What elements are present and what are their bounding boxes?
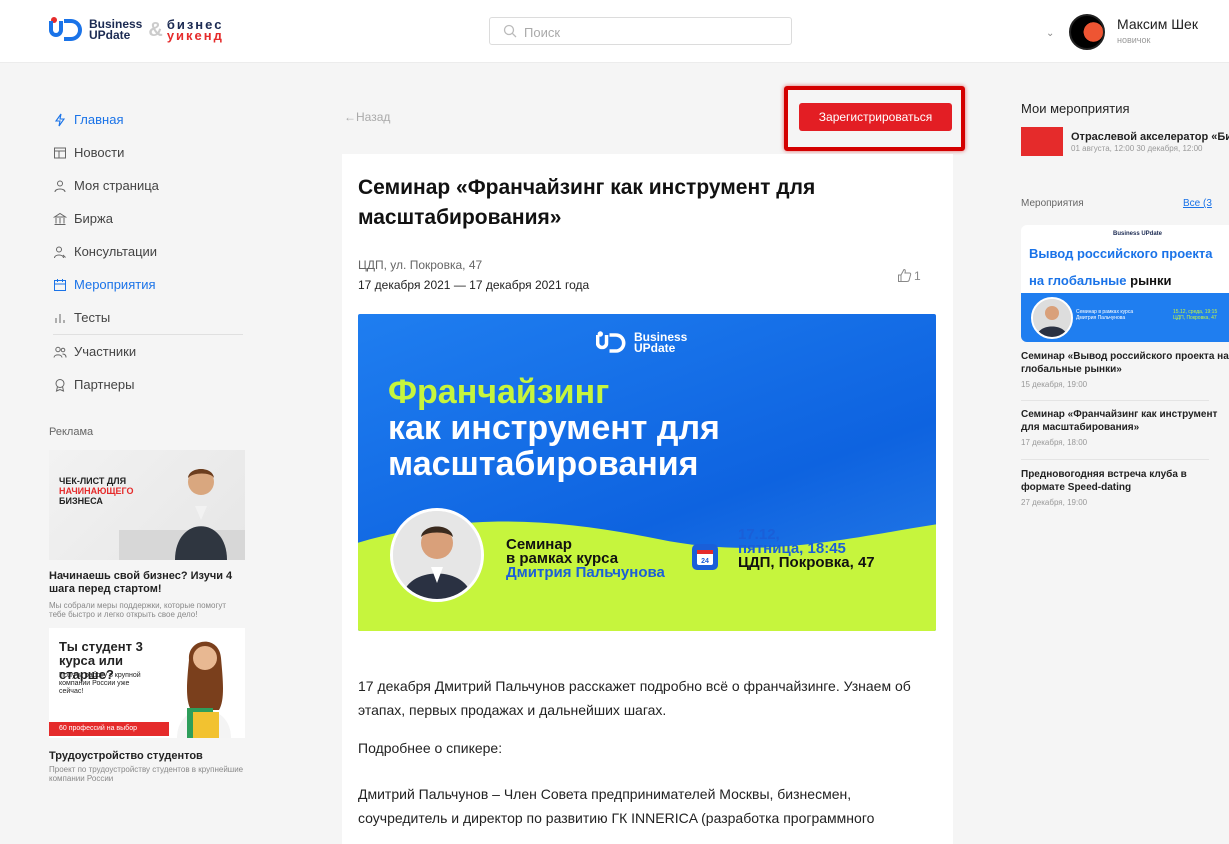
speaker-photo (390, 508, 484, 602)
sidebar-item-label: Тесты (74, 310, 111, 325)
sidebar-item-consultations[interactable]: Консультации (53, 235, 243, 268)
event-description-paragraph: Подробнее о спикере: (358, 740, 503, 756)
event-promo-banner[interactable]: Business UPdate Вывод российского проект… (1021, 225, 1229, 342)
event-title: Семинар «Франчайзинг как инструмент для … (358, 176, 816, 229)
sidebar-item-label: Участники (74, 344, 137, 359)
ad-banner-students[interactable]: Ты студент 3 курса или старше? Получи ра… (49, 628, 245, 738)
logo-mark-icon (49, 17, 85, 43)
logo-text: Business UPdate (89, 17, 143, 42)
speaker-photo-image (393, 511, 481, 599)
users-icon (53, 346, 67, 358)
search-box[interactable] (489, 17, 792, 45)
ad-description: Проект по трудоустройству студентов в кр… (49, 765, 244, 783)
banner-logo-mark-icon (595, 331, 628, 354)
sidebar-item-news[interactable]: Новости (53, 136, 243, 169)
promo-logo: Business UPdate (1113, 231, 1163, 237)
event-list-item-date: 17 декабря, 18:00 (1021, 438, 1088, 447)
sidebar-nav: Главная Новости Моя страница Биржа Консу… (53, 103, 243, 401)
all-events-link[interactable]: Все (3 (1183, 198, 1212, 209)
consult-icon (54, 246, 66, 258)
event-list-item[interactable]: Семинар «Вывод российского проекта на гл… (1021, 350, 1229, 389)
student-image (177, 641, 231, 738)
my-event-date: 01 августа, 12:00 30 декабря, 12:00 (1071, 144, 1203, 153)
ad-caption[interactable]: Трудоустройство студентов (49, 750, 245, 762)
my-events-title: Мои мероприятия (1021, 101, 1130, 116)
news-icon (54, 147, 66, 158)
ad-badge: 60 профессий на выбор (49, 722, 169, 736)
calendar-icon (54, 278, 66, 291)
ad-banner-subtitle: Получи работу в крупной компании России … (59, 672, 141, 695)
exchange-icon (53, 212, 67, 225)
sidebar-item-label: Новости (74, 145, 125, 160)
event-list-item[interactable]: Предновогодняя встреча клуба в формате S… (1021, 468, 1229, 507)
promo-seminar-info: Семинар в рамках курса Дмитрия Пальчунов… (1076, 309, 1134, 321)
like-count: 1 (914, 268, 921, 283)
logo-weekend: бизнес уикенд (166, 17, 224, 43)
sidebar-item-label: Главная (74, 112, 124, 127)
event-description-paragraph: Дмитрий Пальчунов – Член Совета предприн… (358, 786, 875, 826)
promo-title: Вывод российского проекта (1029, 246, 1213, 261)
logo-ampersand-icon: & (148, 18, 163, 41)
event-place: ЦДП, ул. Покровка, 47 (358, 258, 483, 272)
my-event-thumbnail[interactable] (1021, 127, 1063, 156)
sidebar-item-label: Биржа (74, 211, 113, 226)
promo-date-info: 15.12, среда, 19:15 ЦДП, Покровка, 47 (1173, 309, 1218, 321)
ads-title: Реклама (49, 426, 94, 438)
chevron-down-icon[interactable]: ⌄ (1046, 28, 1054, 39)
sidebar-item-label: Мероприятия (74, 277, 156, 292)
ad-banner-checklist[interactable]: ЧЕК-ЛИСТ ДЛЯ НАЧИНАЮЩЕГО БИЗНЕСА (49, 450, 245, 560)
sidebar-item-exchange[interactable]: Биржа (53, 202, 243, 235)
register-button[interactable]: Зарегистрироваться (799, 103, 952, 131)
event-list-item-date: 27 декабря, 19:00 (1021, 498, 1088, 507)
banner-seminar-info: Семинар в рамках курса Дмитрия Пальчунов… (506, 536, 665, 581)
banner-headline: как инструмент для масштабирования (388, 409, 720, 483)
event-list-item-title: Предновогодняя встреча клуба в формате S… (1021, 469, 1187, 493)
banner-headline-accent: Франчайзинг (388, 373, 610, 411)
ad-description: Мы собрали меры поддержки, которые помог… (49, 601, 227, 619)
top-header: Business UPdate & бизнес уикенд ⌄ Максим… (0, 0, 1229, 63)
back-link[interactable]: ←Назад (344, 110, 390, 124)
event-list-item-date: 15 декабря, 19:00 (1021, 380, 1088, 389)
event-banner: Business UPdate Франчайзинг как инструме… (358, 314, 936, 631)
sidebar-item-events[interactable]: Мероприятия (53, 268, 243, 301)
lightning-icon (54, 113, 66, 126)
ad-caption[interactable]: Начинаешь свой бизнес? Изучи 4 шага пере… (49, 570, 245, 596)
like-button[interactable]: 1 (897, 268, 921, 283)
promo-speaker-photo (1031, 297, 1073, 339)
sidebar-item-partners[interactable]: Партнеры (53, 368, 243, 401)
calendar-day-label: 24 (701, 558, 709, 565)
sidebar-item-label: Партнеры (74, 377, 135, 392)
brand-logo[interactable]: Business UPdate & бизнес уикенд (49, 17, 224, 43)
user-name[interactable]: Максим Шек (1117, 16, 1198, 32)
banner-date-info: 17.12, пятница, 18:45 ЦДП, Покровка, 47 (738, 526, 875, 571)
sidebar-item-participants[interactable]: Участники (53, 335, 243, 368)
calendar-icon: 24 (692, 544, 718, 570)
event-list-item-title: Семинар «Франчайзинг как инструмент для … (1021, 409, 1218, 433)
sidebar-item-label: Консультации (74, 244, 158, 259)
sidebar-item-tests[interactable]: Тесты (53, 301, 243, 334)
list-divider (1021, 400, 1209, 401)
chart-icon (55, 313, 65, 323)
award-icon (55, 378, 65, 392)
event-description-paragraph: 17 декабря Дмитрий Пальчунов расскажет п… (358, 678, 911, 718)
user-role: новичок (1117, 35, 1151, 45)
banner-logo: Business UPdate (594, 330, 687, 356)
list-divider (1021, 459, 1209, 460)
sidebar-item-label: Моя страница (74, 178, 159, 193)
my-event-name[interactable]: Отраслевой акселератор «Биз (1071, 131, 1229, 143)
event-list-item-title: Семинар «Вывод российского проекта на гл… (1021, 351, 1229, 375)
promo-subtitle: на глобальные рынки (1029, 273, 1172, 288)
search-input[interactable] (522, 21, 781, 43)
user-icon (54, 180, 66, 192)
avatar[interactable] (1069, 14, 1105, 50)
businessman-image (175, 469, 227, 560)
sidebar-item-home[interactable]: Главная (53, 103, 243, 136)
event-list-item[interactable]: Семинар «Франчайзинг как инструмент для … (1021, 408, 1229, 447)
events-title: Мероприятия (1021, 198, 1084, 209)
thumbs-up-icon (898, 268, 912, 282)
ad-banner-text: ЧЕК-ЛИСТ ДЛЯ НАЧИНАЮЩЕГО БИЗНЕСА (59, 476, 134, 506)
search-icon (503, 24, 517, 38)
sidebar-item-my-page[interactable]: Моя страница (53, 169, 243, 202)
event-dates: 17 декабря 2021 — 17 декабря 2021 года (358, 278, 590, 292)
